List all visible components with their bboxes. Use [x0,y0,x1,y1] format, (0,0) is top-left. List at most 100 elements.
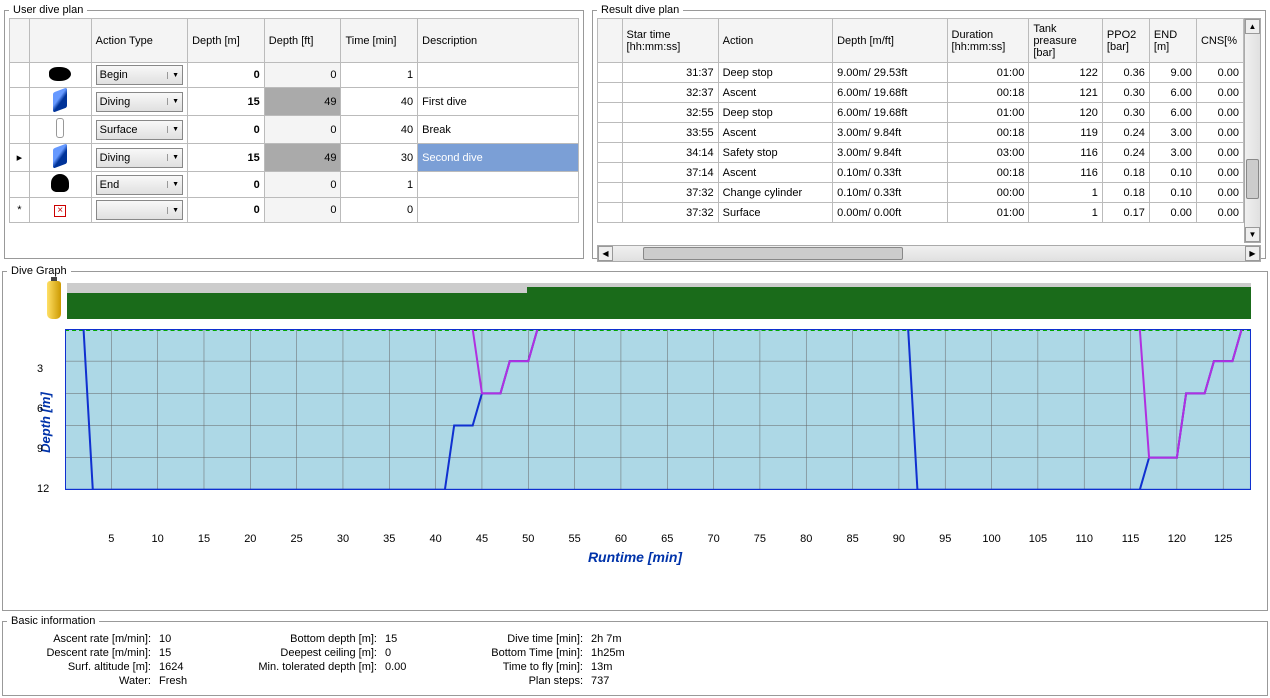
cns-cell: 0.00 [1196,183,1243,203]
x-tick: 90 [893,533,905,545]
action-type-dropdown[interactable]: Diving▼ [96,148,183,168]
result-plan-row[interactable]: 37:32 Change cylinder 0.10m/ 0.33ft 00:0… [598,183,1244,203]
description-cell[interactable]: Second dive [418,144,579,172]
action-type-dropdown[interactable]: End▼ [96,175,183,195]
ppo2-cell: 0.18 [1102,183,1149,203]
description-cell[interactable] [418,63,579,88]
row-marker [10,88,30,116]
action-icon-cell [29,63,91,88]
dive-time-label: Dive time [min]: [443,633,583,645]
user-plan-row[interactable]: End▼ 0 0 1 [10,172,579,198]
duration-cell: 00:18 [947,83,1029,103]
result-plan-row[interactable]: 32:55 Deep stop 6.00m/ 19.68ft 01:00 120… [598,103,1244,123]
star-time-cell: 37:32 [622,203,718,223]
dive-graph-title: Dive Graph [7,265,71,277]
chevron-down-icon: ▼ [167,126,179,133]
result-plan-row[interactable]: 37:32 Surface 0.00m/ 0.00ft 01:00 1 0.17… [598,203,1244,223]
description-cell[interactable] [418,172,579,198]
x-tick: 35 [383,533,395,545]
user-plan-row[interactable]: Begin▼ 0 0 1 [10,63,579,88]
time-cell[interactable]: 0 [341,198,418,223]
row-marker [10,172,30,198]
chevron-down-icon: ▼ [167,207,179,214]
result-action-cell: Surface [718,203,832,223]
hscroll-thumb[interactable] [643,247,903,260]
x-tick: 15 [198,533,210,545]
result-plan-row[interactable]: 33:55 Ascent 3.00m/ 9.84ft 00:18 119 0.2… [598,123,1244,143]
cns-cell: 0.00 [1196,63,1243,83]
depth-ft-cell[interactable]: 0 [264,63,341,88]
action-icon-cell [29,144,91,172]
result-plan-row[interactable]: 31:37 Deep stop 9.00m/ 29.53ft 01:00 122… [598,63,1244,83]
star-time-cell: 33:55 [622,123,718,143]
time-cell[interactable]: 40 [341,116,418,144]
y-tick: 6 [37,403,43,415]
depth-m-cell[interactable]: 0 [188,172,265,198]
scroll-left-icon[interactable]: ◀ [598,246,613,261]
x-tick: 105 [1029,533,1047,545]
delete-icon[interactable]: × [54,205,66,217]
basic-info-panel: Basic information Ascent rate [m/min]:10… [2,615,1268,696]
user-plan-row[interactable]: ▸ Diving▼ 15 49 30 Second dive [10,144,579,172]
result-plan-row[interactable]: 32:37 Ascent 6.00m/ 19.68ft 00:18 121 0.… [598,83,1244,103]
cns-cell: 0.00 [1196,83,1243,103]
time-cell[interactable]: 40 [341,88,418,116]
scroll-thumb[interactable] [1246,159,1259,199]
x-axis-label: Runtime [min] [7,549,1263,565]
end-cell: 0.00 [1149,203,1196,223]
depth-m-cell[interactable]: 15 [188,88,265,116]
min-tolerated-label: Min. tolerated depth [m]: [227,661,377,673]
bottom-time-label: Bottom Time [min]: [443,647,583,659]
bottom-time-value: 1h25m [591,647,661,659]
result-vertical-scrollbar[interactable]: ▲ ▼ [1244,18,1261,243]
depth-m-cell[interactable]: 15 [188,144,265,172]
chevron-down-icon: ▼ [167,98,179,105]
description-cell[interactable] [418,198,579,223]
scroll-down-icon[interactable]: ▼ [1245,227,1260,242]
depth-ft-cell[interactable]: 0 [264,198,341,223]
deepest-ceiling-value: 0 [385,647,435,659]
action-type-dropdown[interactable]: Begin▼ [96,65,183,85]
y-tick: 12 [37,483,49,495]
action-type-dropdown[interactable]: Diving▼ [96,92,183,112]
scroll-up-icon[interactable]: ▲ [1245,19,1260,34]
row-marker: * [10,198,30,223]
x-tick: 85 [846,533,858,545]
end-icon [51,174,69,192]
depth-ft-cell[interactable]: 0 [264,172,341,198]
descent-rate-value: 15 [159,647,219,659]
depth-ft-cell[interactable]: 49 [264,144,341,172]
user-dive-plan-panel: User dive plan Action Type Depth [m] Dep… [4,4,584,259]
scroll-right-icon[interactable]: ▶ [1245,246,1260,261]
result-horizontal-scrollbar[interactable]: ◀ ▶ [597,245,1261,262]
description-cell[interactable]: First dive [418,88,579,116]
user-plan-row[interactable]: Diving▼ 15 49 40 First dive [10,88,579,116]
x-tick: 20 [244,533,256,545]
duration-cell: 00:18 [947,123,1029,143]
result-plan-row[interactable]: 37:14 Ascent 0.10m/ 0.33ft 00:18 116 0.1… [598,163,1244,183]
time-cell[interactable]: 1 [341,63,418,88]
time-cell[interactable]: 30 [341,144,418,172]
depth-m-cell[interactable]: 0 [188,63,265,88]
star-time-cell: 32:55 [622,103,718,123]
cns-cell: 0.00 [1196,163,1243,183]
result-depth-cell: 6.00m/ 19.68ft [833,83,947,103]
depth-ft-cell[interactable]: 49 [264,88,341,116]
diving-icon [53,143,67,168]
deepest-ceiling-label: Deepest ceiling [m]: [227,647,377,659]
user-plan-row[interactable]: Surface▼ 0 0 40 Break [10,116,579,144]
user-plan-row[interactable]: * × ▼ 0 0 0 [10,198,579,223]
time-cell[interactable]: 1 [341,172,418,198]
depth-ft-cell[interactable]: 0 [264,116,341,144]
end-cell: 3.00 [1149,123,1196,143]
depth-m-cell[interactable]: 0 [188,116,265,144]
action-type-dropdown[interactable]: Surface▼ [96,120,183,140]
tank-pressure-cell: 119 [1029,123,1103,143]
x-tick: 110 [1075,533,1093,545]
depth-m-cell[interactable]: 0 [188,198,265,223]
description-cell[interactable]: Break [418,116,579,144]
result-action-cell: Deep stop [718,63,832,83]
result-plan-row[interactable]: 34:14 Safety stop 3.00m/ 9.84ft 03:00 11… [598,143,1244,163]
result-action-cell: Change cylinder [718,183,832,203]
action-type-dropdown[interactable]: ▼ [96,200,183,220]
